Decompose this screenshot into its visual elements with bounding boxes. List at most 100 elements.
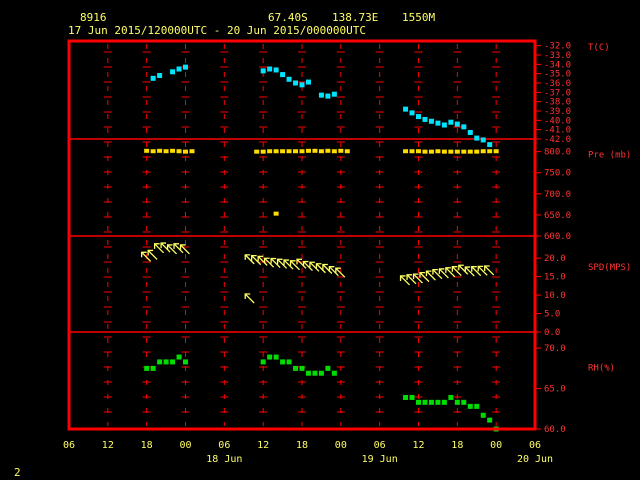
rh-point — [454, 399, 460, 405]
rh-point — [435, 399, 441, 405]
rh-point — [441, 399, 447, 405]
pressure-point — [305, 148, 311, 153]
temperature-point — [331, 91, 337, 97]
pressure-point — [299, 149, 305, 154]
wind-arrow — [141, 251, 152, 262]
pressure-point — [467, 149, 473, 154]
temperature-point — [183, 64, 188, 70]
x-day-label: 20 Jun — [517, 454, 553, 465]
rh-point — [286, 359, 292, 365]
wind-shaft — [296, 258, 307, 269]
temperature-point — [170, 69, 176, 75]
y-tick-label: 800.0 — [544, 148, 571, 158]
y-tick-label: 0.0 — [544, 328, 560, 338]
pressure-point — [416, 149, 421, 154]
temperature-point — [403, 106, 409, 112]
pressure-point — [403, 149, 409, 154]
pressure-point — [344, 149, 350, 154]
x-tick-label: 12 — [412, 440, 424, 451]
rh-point — [157, 359, 163, 365]
pressure-point — [157, 148, 163, 153]
wind-arrow — [425, 270, 436, 281]
pressure-point — [170, 148, 176, 153]
rh-point — [273, 354, 279, 360]
wind-arrow — [296, 258, 307, 269]
wind-shaft — [141, 251, 152, 262]
meteogram-chart: 8916 67.40S 138.73E 1550M 17 Jun 2015/12… — [14, 11, 631, 479]
temperature-point — [299, 82, 305, 88]
temperature-point — [409, 110, 415, 116]
y-tick-label: 650.0 — [544, 211, 571, 221]
pressure-point — [176, 149, 182, 154]
y-tick-label: 10.0 — [544, 291, 566, 301]
temperature-point — [422, 116, 428, 122]
panel-label: T(C) — [588, 43, 610, 53]
temperature-point — [454, 121, 460, 127]
rh-point — [144, 365, 150, 371]
wind-arrow — [166, 244, 178, 255]
rh-point — [448, 394, 454, 400]
rh-point — [176, 354, 182, 360]
pressure-point — [163, 149, 169, 154]
x-tick-label: 06 — [218, 440, 230, 451]
rh-point — [260, 359, 266, 365]
x-day-label: 19 Jun — [362, 454, 398, 465]
y-tick-label: 600.0 — [544, 232, 571, 242]
y-tick-label: -42.0 — [544, 135, 571, 145]
pressure-point — [448, 149, 454, 154]
temperature-point — [467, 129, 473, 135]
pressure-point — [273, 149, 279, 154]
rh-point — [416, 399, 421, 405]
pressure-point — [144, 148, 150, 153]
pressure-point — [318, 149, 324, 154]
rh-point — [170, 359, 176, 365]
pressure-point — [474, 149, 480, 154]
rh-point — [428, 399, 434, 405]
rh-point — [480, 412, 486, 418]
time-period: 17 Jun 2015/120000UTC - 20 Jun 2015/0000… — [68, 24, 366, 37]
x-tick-label: 12 — [102, 440, 114, 451]
pressure-point — [273, 211, 279, 216]
pressure-point — [441, 149, 447, 154]
rh-point — [318, 370, 324, 376]
wind-shaft — [425, 270, 436, 281]
temperature-point — [461, 124, 467, 130]
rh-point — [422, 399, 428, 405]
pressure-point — [183, 149, 188, 154]
page-number: 2 — [14, 466, 21, 479]
station-id: 8916 — [80, 11, 107, 24]
x-tick-label: 18 — [451, 440, 463, 451]
pressure-point — [254, 149, 260, 154]
x-tick-label: 06 — [63, 440, 75, 451]
y-tick-label: 750.0 — [544, 169, 571, 179]
rh-point — [305, 370, 311, 376]
temperature-point — [435, 120, 441, 126]
pressure-point — [293, 149, 299, 154]
pressure-point — [493, 149, 499, 154]
temperature-point — [267, 66, 273, 72]
y-tick-label: 20.0 — [544, 254, 566, 264]
temperature-point — [325, 93, 331, 99]
temperature-point — [474, 135, 480, 141]
pressure-point — [325, 148, 331, 153]
temperature-point — [487, 142, 493, 148]
temperature-point — [428, 118, 434, 124]
temperature-point — [150, 75, 156, 81]
rh-point — [280, 359, 286, 365]
chart-header: 8916 67.40S 138.73E 1550M 17 Jun 2015/12… — [68, 11, 435, 37]
rh-point — [299, 365, 305, 371]
data-marks — [141, 64, 499, 432]
wind-arrow — [179, 244, 190, 255]
x-day-label: 18 Jun — [206, 454, 242, 465]
y-tick-label: 65.0 — [544, 385, 566, 395]
rh-point — [183, 359, 188, 365]
pressure-point — [189, 149, 195, 154]
rh-point — [312, 370, 318, 376]
pressure-point — [280, 149, 286, 154]
x-tick-label: 00 — [179, 440, 191, 451]
pressure-point — [260, 149, 266, 154]
latitude: 67.40S — [268, 11, 308, 24]
pressure-point — [150, 149, 156, 154]
pressure-point — [267, 149, 273, 154]
wind-shaft — [180, 244, 190, 255]
